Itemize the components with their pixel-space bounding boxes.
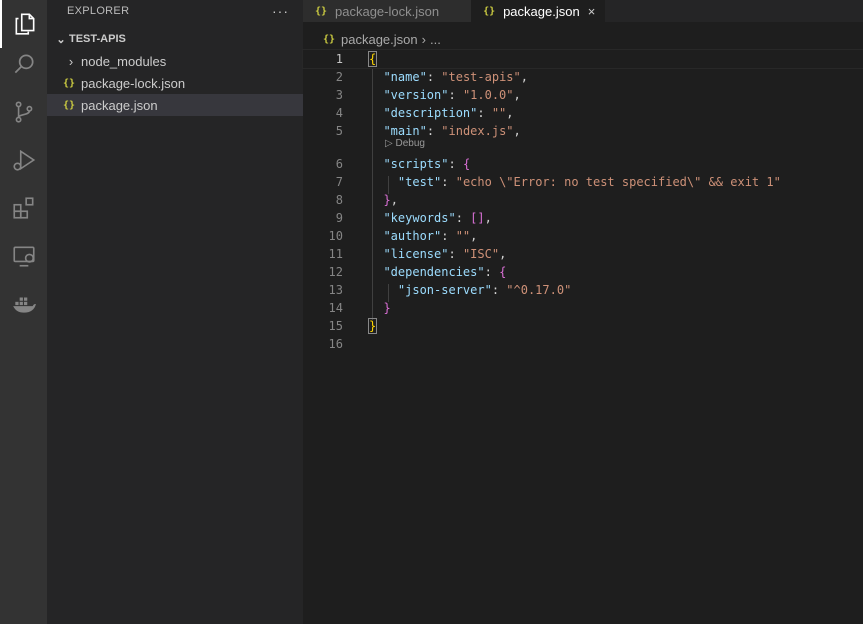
- tab-package-json[interactable]: {} package.json ×: [471, 0, 606, 22]
- json-file-icon: {}: [483, 5, 496, 17]
- explorer-sidebar: EXPLORER ··· ⌄ TEST-APIS › node_modules …: [47, 0, 303, 624]
- json-file-icon: {}: [63, 77, 76, 89]
- tree-item-package-json[interactable]: {} package.json: [47, 94, 303, 116]
- line-number: 4: [335, 106, 343, 120]
- more-actions-icon[interactable]: ···: [272, 3, 289, 19]
- tab-label: package.json: [503, 3, 580, 19]
- line-number: 6: [335, 157, 343, 171]
- breadcrumb-file[interactable]: package.json: [341, 32, 418, 47]
- run-debug-icon[interactable]: [0, 136, 47, 184]
- code-line: 8 },: [303, 191, 863, 209]
- code-line: 4 "description": "",: [303, 104, 863, 122]
- tab-bar: {} package-lock.json {} package.json ×: [303, 0, 863, 22]
- code-editor[interactable]: 1 { 2 "name": "test-apis", 3 "version": …: [302, 49, 863, 624]
- tree-item-label: package-lock.json: [81, 75, 186, 91]
- chevron-right-icon: ›: [421, 31, 426, 47]
- code-line: 1 {: [302, 49, 863, 69]
- line-number: 3: [335, 88, 343, 102]
- code-line: 14 }: [303, 299, 863, 317]
- remote-explorer-icon[interactable]: [0, 232, 47, 280]
- line-number: 13: [328, 283, 343, 297]
- tab-package-lock[interactable]: {} package-lock.json: [303, 0, 472, 22]
- line-number: 9: [335, 211, 343, 225]
- docker-icon[interactable]: [0, 280, 47, 328]
- line-number: 8: [335, 193, 343, 207]
- line-number: 5: [335, 124, 343, 138]
- code-line: 6 "scripts": {: [303, 155, 863, 173]
- line-number: 11: [328, 247, 343, 261]
- code-line: 15 }: [303, 317, 863, 335]
- code-line: 13 "json-server": "^0.17.0": [303, 281, 863, 299]
- activity-bar: [0, 0, 47, 624]
- tree-item-label: node_modules: [81, 53, 167, 69]
- search-icon[interactable]: [0, 40, 47, 88]
- code-line: 11 "license": "ISC",: [303, 245, 863, 263]
- code-line: 10 "author": "",: [303, 227, 863, 245]
- close-icon[interactable]: ×: [588, 4, 596, 19]
- code-line: 16: [303, 335, 863, 353]
- explorer-title: EXPLORER: [67, 5, 130, 17]
- line-number: 10: [328, 229, 343, 243]
- breadcrumb-rest[interactable]: ...: [430, 32, 441, 47]
- extensions-icon[interactable]: [0, 184, 47, 232]
- line-number: 12: [328, 265, 343, 279]
- line-number: 16: [328, 337, 343, 351]
- line-number: 1: [335, 52, 343, 66]
- chevron-right-icon: ›: [68, 53, 74, 69]
- workspace-folder[interactable]: ⌄ TEST-APIS: [47, 28, 303, 50]
- line-number: 2: [335, 70, 343, 84]
- json-file-icon: {}: [323, 33, 336, 45]
- tree-item-label: package.json: [81, 97, 158, 113]
- code-line: 9 "keywords": [],: [303, 209, 863, 227]
- explorer-header: EXPLORER ···: [47, 0, 303, 22]
- tab-label: package-lock.json: [335, 3, 440, 19]
- tree-item-node-modules[interactable]: › node_modules: [47, 50, 303, 72]
- code-line: 2 "name": "test-apis",: [303, 68, 863, 86]
- json-file-icon: {}: [63, 99, 76, 111]
- json-file-icon: {}: [315, 5, 328, 17]
- line-number: 14: [328, 301, 343, 315]
- debug-codelens[interactable]: ▷ Debug: [385, 138, 425, 149]
- line-number: 7: [335, 175, 343, 189]
- code-line: 3 "version": "1.0.0",: [303, 86, 863, 104]
- chevron-down-icon: ⌄: [56, 33, 66, 46]
- source-control-icon[interactable]: [0, 88, 47, 136]
- line-number: 15: [328, 319, 343, 333]
- breadcrumb: {} package.json › ...: [303, 28, 441, 50]
- tree-item-package-lock[interactable]: {} package-lock.json: [47, 72, 303, 94]
- code-line: 7 "test": "echo \"Error: no test specifi…: [303, 173, 863, 191]
- workspace-folder-label: TEST-APIS: [69, 33, 126, 45]
- code-line: 12 "dependencies": {: [303, 263, 863, 281]
